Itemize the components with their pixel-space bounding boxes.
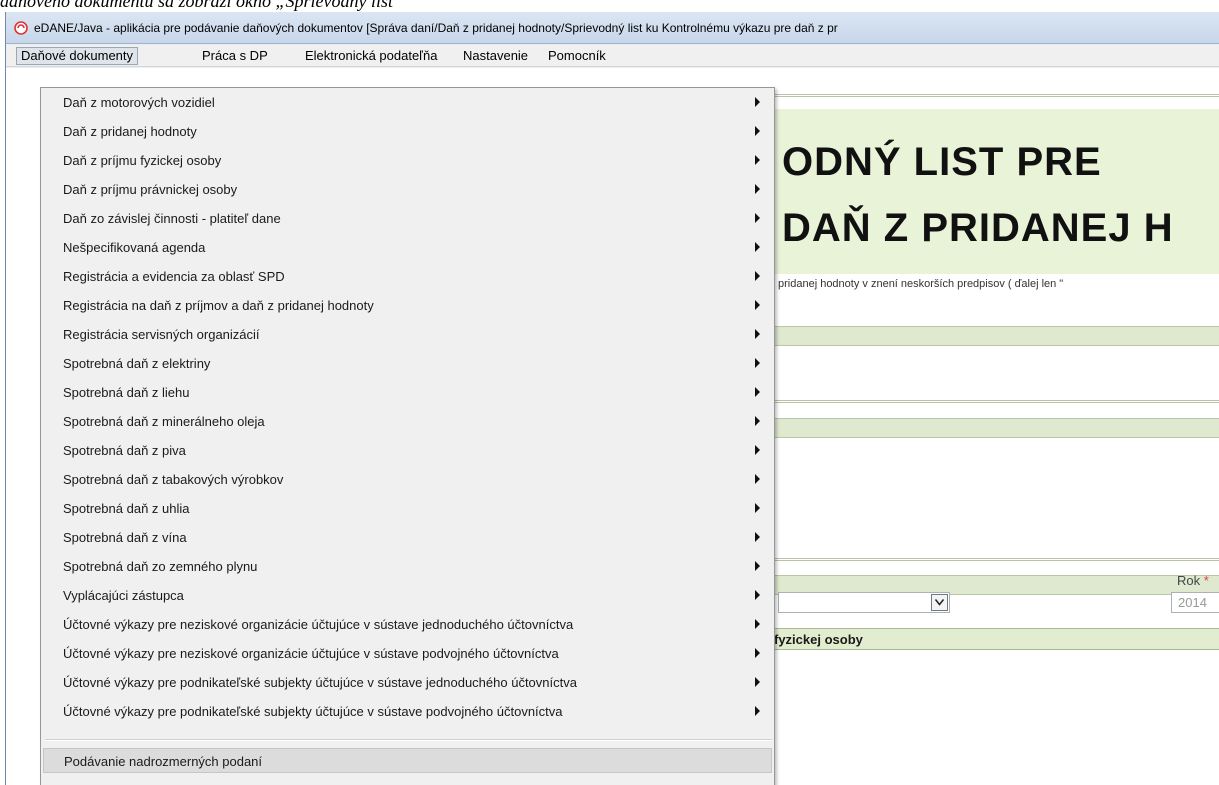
menu-item-dan-z-pridanej-hodnoty[interactable]: Daň z pridanej hodnoty (43, 119, 772, 144)
submenu-arrow-icon (755, 619, 760, 629)
submenu-arrow-icon (755, 300, 760, 310)
menu-item-spotrebna-mineralny-olej[interactable]: Spotrebná daň z minerálneho oleja (43, 409, 772, 434)
rok-input[interactable]: 2014 (1171, 592, 1219, 613)
menu-item-spotrebna-vino[interactable]: Spotrebná daň z vína (43, 525, 772, 550)
menu-item-label: Registrácia servisných organizácií (63, 327, 260, 342)
divider (756, 94, 1219, 97)
menu-item-label: Vyplácajúci zástupca (63, 588, 184, 603)
menu-item-registracia-dan-z-prijmov[interactable]: Registrácia na daň z príjmov a daň z pri… (43, 293, 772, 318)
person-section-title: fyzickej osoby (774, 632, 863, 647)
submenu-arrow-icon (755, 648, 760, 658)
rok-label: Rok * (1177, 573, 1209, 588)
menu-item-uctovne-podnikatelske-podvojne[interactable]: Účtovné výkazy pre podnikateľské subjekt… (43, 699, 772, 724)
submenu-arrow-icon (755, 329, 760, 339)
menu-item-label: Účtovné výkazy pre neziskové organizácie… (63, 646, 559, 661)
submenu-arrow-icon (755, 590, 760, 600)
menu-item-label: Daň zo závislej činnosti - platiteľ dane (63, 211, 281, 226)
section-header-1 (756, 326, 1219, 346)
submenu-arrow-icon (755, 677, 760, 687)
divider (756, 558, 1219, 561)
menu-item-uctovne-neziskove-podvojne[interactable]: Účtovné výkazy pre neziskové organizácie… (43, 641, 772, 666)
menu-pomocnik[interactable]: Pomocník (544, 47, 610, 65)
danove-dokumenty-dropdown: Daň z motorových vozidiel Daň z pridanej… (40, 87, 775, 785)
menu-praca-s-dp[interactable]: Práca s DP (198, 47, 272, 65)
menu-item-label: Daň z pridanej hodnoty (63, 124, 197, 139)
divider (756, 400, 1219, 403)
menu-item-spotrebna-plyn[interactable]: Spotrebná daň zo zemného plynu (43, 554, 772, 579)
title-bar: eDANE/Java - aplikácia pre podávanie daň… (6, 12, 1219, 44)
menu-item-uctovne-neziskove-jednoduche[interactable]: Účtovné výkazy pre neziskové organizácie… (43, 612, 772, 637)
submenu-arrow-icon (755, 503, 760, 513)
menu-item-label: Spotrebná daň z liehu (63, 385, 190, 400)
menu-item-label: Nešpecifikovaná agenda (63, 240, 206, 255)
required-mark: * (1203, 573, 1209, 588)
menu-item-spotrebna-tabak[interactable]: Spotrebná daň z tabakových výrobkov (43, 467, 772, 492)
menu-item-nespecifikovana-agenda[interactable]: Nešpecifikovaná agenda (43, 235, 772, 260)
submenu-arrow-icon (755, 387, 760, 397)
submenu-arrow-icon (755, 155, 760, 165)
menu-item-uctovne-podnikatelske-jednoduche[interactable]: Účtovné výkazy pre podnikateľské subjekt… (43, 670, 772, 695)
period-select[interactable] (778, 592, 950, 613)
window-title: eDANE/Java - aplikácia pre podávanie daň… (34, 21, 838, 35)
menu-item-label: Spotrebná daň z uhlia (63, 501, 190, 516)
form-title-line1: ODNÝ LIST PRE (782, 140, 1102, 184)
menu-item-label: Účtovné výkazy pre podnikateľské subjekt… (63, 704, 563, 719)
menu-nastavenie[interactable]: Nastavenie (459, 47, 532, 65)
chevron-down-icon (935, 599, 944, 606)
menu-item-registracia-spd[interactable]: Registrácia a evidencia za oblasť SPD (43, 264, 772, 289)
submenu-arrow-icon (755, 184, 760, 194)
top-cropped-strip: daňového dokumentu sa zobrazí okno „Spri… (0, 0, 1219, 12)
menu-item-registracia-servisnych[interactable]: Registrácia servisných organizácií (43, 322, 772, 347)
menu-item-label: Daň z motorových vozidiel (63, 95, 215, 110)
app-logo-icon (14, 21, 28, 35)
menu-item-spotrebna-uhlie[interactable]: Spotrebná daň z uhlia (43, 496, 772, 521)
menu-item-label: Spotrebná daň z piva (63, 443, 186, 458)
menu-elektronicka-podatelna[interactable]: Elektronická podateľňa (301, 47, 441, 65)
submenu-arrow-icon (755, 97, 760, 107)
menu-item-label: Účtovné výkazy pre podnikateľské subjekt… (63, 675, 577, 690)
menu-item-label: Spotrebná daň z tabakových výrobkov (63, 472, 284, 487)
submenu-arrow-icon (755, 213, 760, 223)
menu-item-dan-zo-zavislej-cinnosti[interactable]: Daň zo závislej činnosti - platiteľ dane (43, 206, 772, 231)
submenu-arrow-icon (755, 445, 760, 455)
person-section-header: fyzickej osoby (756, 628, 1219, 650)
submenu-arrow-icon (755, 561, 760, 571)
form-title-line2: DAŇ Z PRIDANEJ H (782, 206, 1174, 250)
menu-item-dan-z-prijmu-fo[interactable]: Daň z príjmu fyzickej osoby (43, 148, 772, 173)
menu-item-label: Registrácia a evidencia za oblasť SPD (63, 269, 285, 284)
submenu-arrow-icon (755, 358, 760, 368)
menu-item-label: Podávanie nadrozmerných podaní (64, 754, 263, 769)
menu-item-dan-z-motorovych-vozidiel[interactable]: Daň z motorových vozidiel (43, 90, 772, 115)
menu-item-spotrebna-pivo[interactable]: Spotrebná daň z piva (43, 438, 772, 463)
law-reference-text: pridanej hodnoty v znení neskorších pred… (778, 278, 1064, 290)
menu-item-spotrebna-lieh[interactable]: Spotrebná daň z liehu (43, 380, 772, 405)
menu-item-label: Spotrebná daň z elektriny (63, 356, 211, 371)
menu-item-label: Daň z príjmu právnickej osoby (63, 182, 238, 197)
submenu-arrow-icon (755, 271, 760, 281)
menu-item-vyplacajuci-zastupca[interactable]: Vyplácajúci zástupca (43, 583, 772, 608)
menu-item-label: Spotrebná daň zo zemného plynu (63, 559, 258, 574)
submenu-arrow-icon (755, 416, 760, 426)
menu-item-nadrozmerne-podania[interactable]: Podávanie nadrozmerných podaní (43, 748, 772, 773)
submenu-arrow-icon (755, 706, 760, 716)
cropped-text: daňového dokumentu sa zobrazí okno „Spri… (0, 0, 403, 11)
menu-item-spotrebna-elektrina[interactable]: Spotrebná daň z elektriny (43, 351, 772, 376)
dropdown-button[interactable] (931, 594, 948, 611)
menu-item-label: Daň z príjmu fyzickej osoby (63, 153, 222, 168)
submenu-arrow-icon (755, 126, 760, 136)
submenu-arrow-icon (755, 474, 760, 484)
menu-separator (45, 739, 772, 741)
menu-item-dan-z-prijmu-po[interactable]: Daň z príjmu právnickej osoby (43, 177, 772, 202)
menu-danove-dokumenty[interactable]: Daňové dokumenty (16, 47, 139, 65)
menu-item-label: Účtovné výkazy pre neziskové organizácie… (63, 617, 574, 632)
menu-item-label: Registrácia na daň z príjmov a daň z pri… (63, 298, 374, 313)
submenu-arrow-icon (755, 532, 760, 542)
menu-item-label: Spotrebná daň z vína (63, 530, 187, 545)
menu-item-label: Spotrebná daň z minerálneho oleja (63, 414, 265, 429)
section-header-2 (756, 418, 1219, 438)
submenu-arrow-icon (755, 242, 760, 252)
menu-bar: Daňové dokumenty Práca s DP Elektronická… (6, 45, 1219, 67)
